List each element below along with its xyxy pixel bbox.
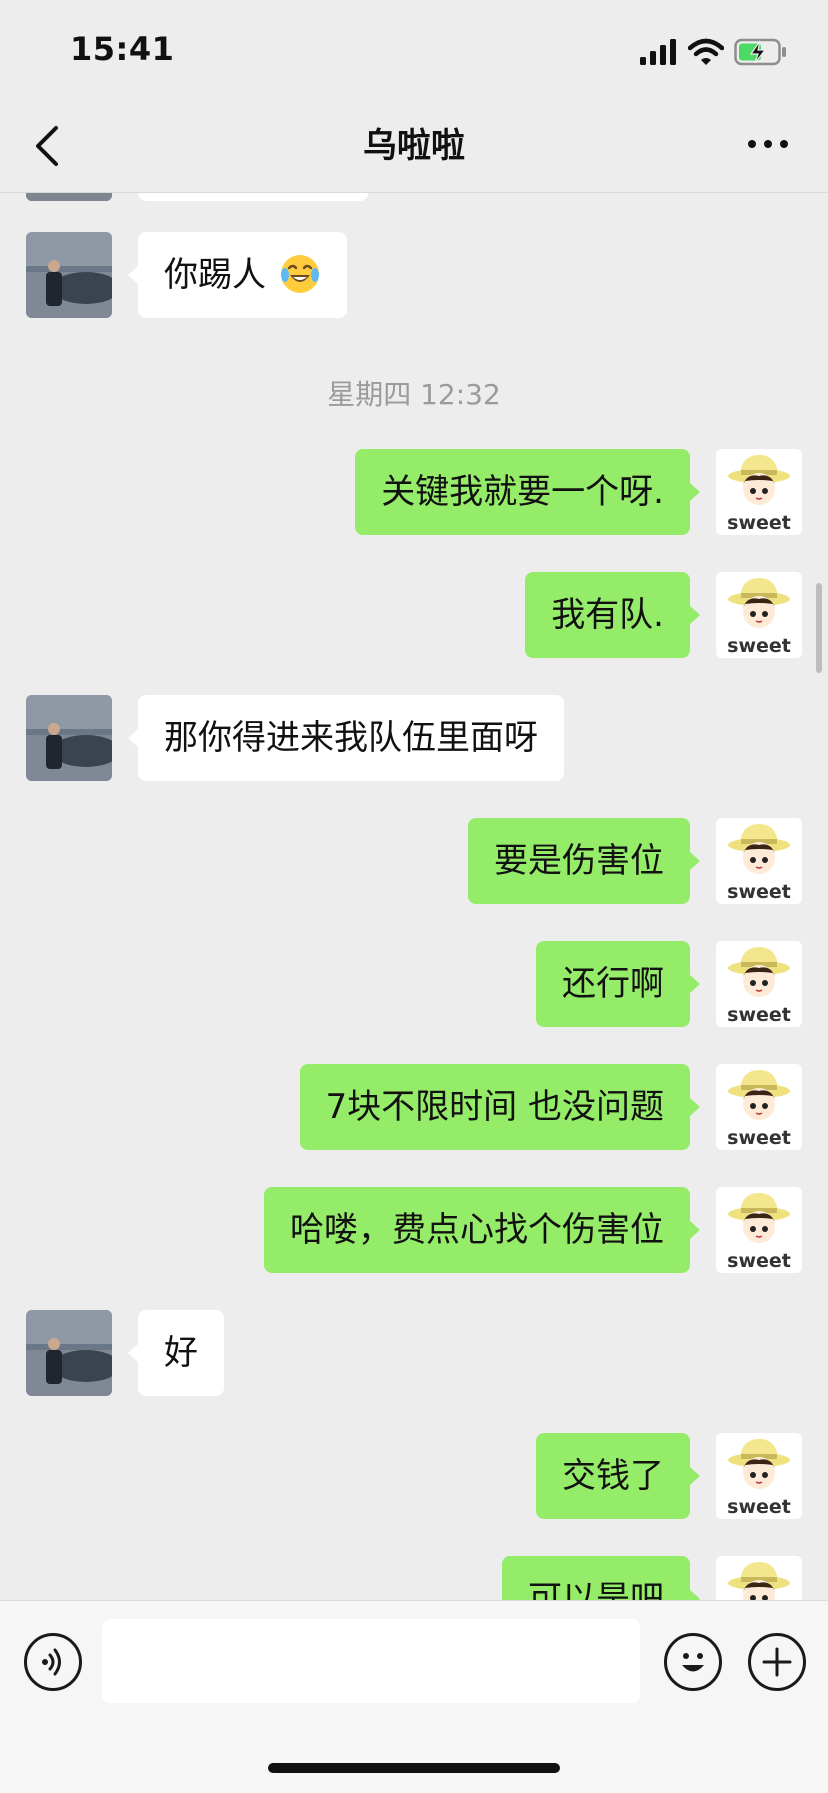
status-icons	[640, 36, 788, 68]
input-bar	[0, 1600, 828, 1793]
emoji-icon[interactable]	[664, 1633, 722, 1691]
message-row-outgoing: 还行啊 sweet	[0, 941, 828, 1027]
self-avatar[interactable]: sweet	[716, 1433, 802, 1519]
message-row-outgoing: 我有队. sweet	[0, 572, 828, 658]
message-bubble[interactable]: 关键我就要一个呀.	[355, 449, 700, 535]
message-bubble[interactable]	[138, 193, 368, 201]
message-row-outgoing: 7块不限时间 也没问题 sweet	[0, 1064, 828, 1150]
self-avatar[interactable]: sweet	[716, 449, 802, 535]
more-dot	[748, 140, 756, 148]
voice-icon[interactable]	[24, 1633, 82, 1691]
battery-charging-icon	[734, 38, 786, 66]
svg-text:sweet: sweet	[727, 1496, 791, 1518]
message-text: 你踢人	[164, 255, 266, 295]
message-row-outgoing: 要是伤害位 sweet	[0, 818, 828, 904]
svg-text:sweet: sweet	[727, 1127, 791, 1149]
scroll-indicator[interactable]	[816, 583, 822, 673]
plus-icon[interactable]	[748, 1633, 806, 1691]
self-avatar[interactable]: sweet	[716, 941, 802, 1027]
more-dot	[780, 140, 788, 148]
self-avatar[interactable]: sweet	[716, 1187, 802, 1273]
status-bar: 15:41	[0, 0, 828, 100]
contact-avatar[interactable]	[26, 193, 112, 201]
message-list[interactable]: 你踢人 星期四 12:32 关键我就要一个呀. sweet 我有队. sweet…	[0, 193, 828, 1600]
svg-text:sweet: sweet	[727, 881, 791, 903]
message-bubble[interactable]: 我有队.	[525, 572, 700, 658]
message-row-incoming: 那你得进来我队伍里面呀	[0, 695, 828, 781]
message-bubble[interactable]: 你踢人	[128, 232, 347, 318]
home-indicator	[268, 1763, 560, 1773]
message-bubble[interactable]: 交钱了	[536, 1433, 700, 1519]
cellular-signal-icon	[640, 39, 676, 65]
message-row-outgoing: 关键我就要一个呀. sweet	[0, 449, 828, 535]
svg-text:sweet: sweet	[727, 512, 791, 534]
self-avatar[interactable]: sweet	[716, 818, 802, 904]
self-avatar[interactable]: sweet	[716, 572, 802, 658]
chat-title: 乌啦啦	[363, 126, 465, 166]
message-bubble[interactable]: 哈喽，费点心找个伤害位	[264, 1187, 700, 1273]
svg-text:sweet: sweet	[727, 635, 791, 657]
contact-avatar[interactable]	[26, 1310, 112, 1396]
message-input[interactable]	[102, 1619, 640, 1703]
self-avatar[interactable]: sweet	[716, 1064, 802, 1150]
contact-avatar[interactable]	[26, 695, 112, 781]
svg-text:sweet: sweet	[727, 1004, 791, 1026]
message-row-incoming: 你踢人	[0, 232, 828, 318]
message-row-outgoing: 交钱了 sweet	[0, 1433, 828, 1519]
message-bubble[interactable]: 可以是吧	[502, 1556, 700, 1600]
message-bubble[interactable]: 还行啊	[536, 941, 700, 1027]
face-with-tears-of-joy-icon	[280, 254, 319, 293]
message-row-incoming: 好	[0, 1310, 828, 1396]
message-bubble[interactable]: 好	[128, 1310, 224, 1396]
more-dots-icon[interactable]	[748, 140, 792, 152]
self-avatar[interactable]: sweet	[716, 1556, 802, 1600]
message-bubble[interactable]: 要是伤害位	[468, 818, 700, 904]
more-dot	[764, 140, 772, 148]
message-timestamp: 星期四 12:32	[327, 378, 501, 411]
message-row-outgoing: 可以是吧 sweet	[0, 1556, 828, 1600]
message-row-outgoing: 哈喽，费点心找个伤害位 sweet	[0, 1187, 828, 1273]
contact-avatar[interactable]	[26, 232, 112, 318]
cutoff-message-row	[0, 193, 828, 201]
wifi-icon	[688, 38, 724, 65]
svg-text:sweet: sweet	[727, 1250, 791, 1272]
status-time: 15:41	[70, 30, 175, 68]
message-bubble[interactable]: 那你得进来我队伍里面呀	[128, 695, 564, 781]
message-bubble[interactable]: 7块不限时间 也没问题	[299, 1064, 701, 1150]
